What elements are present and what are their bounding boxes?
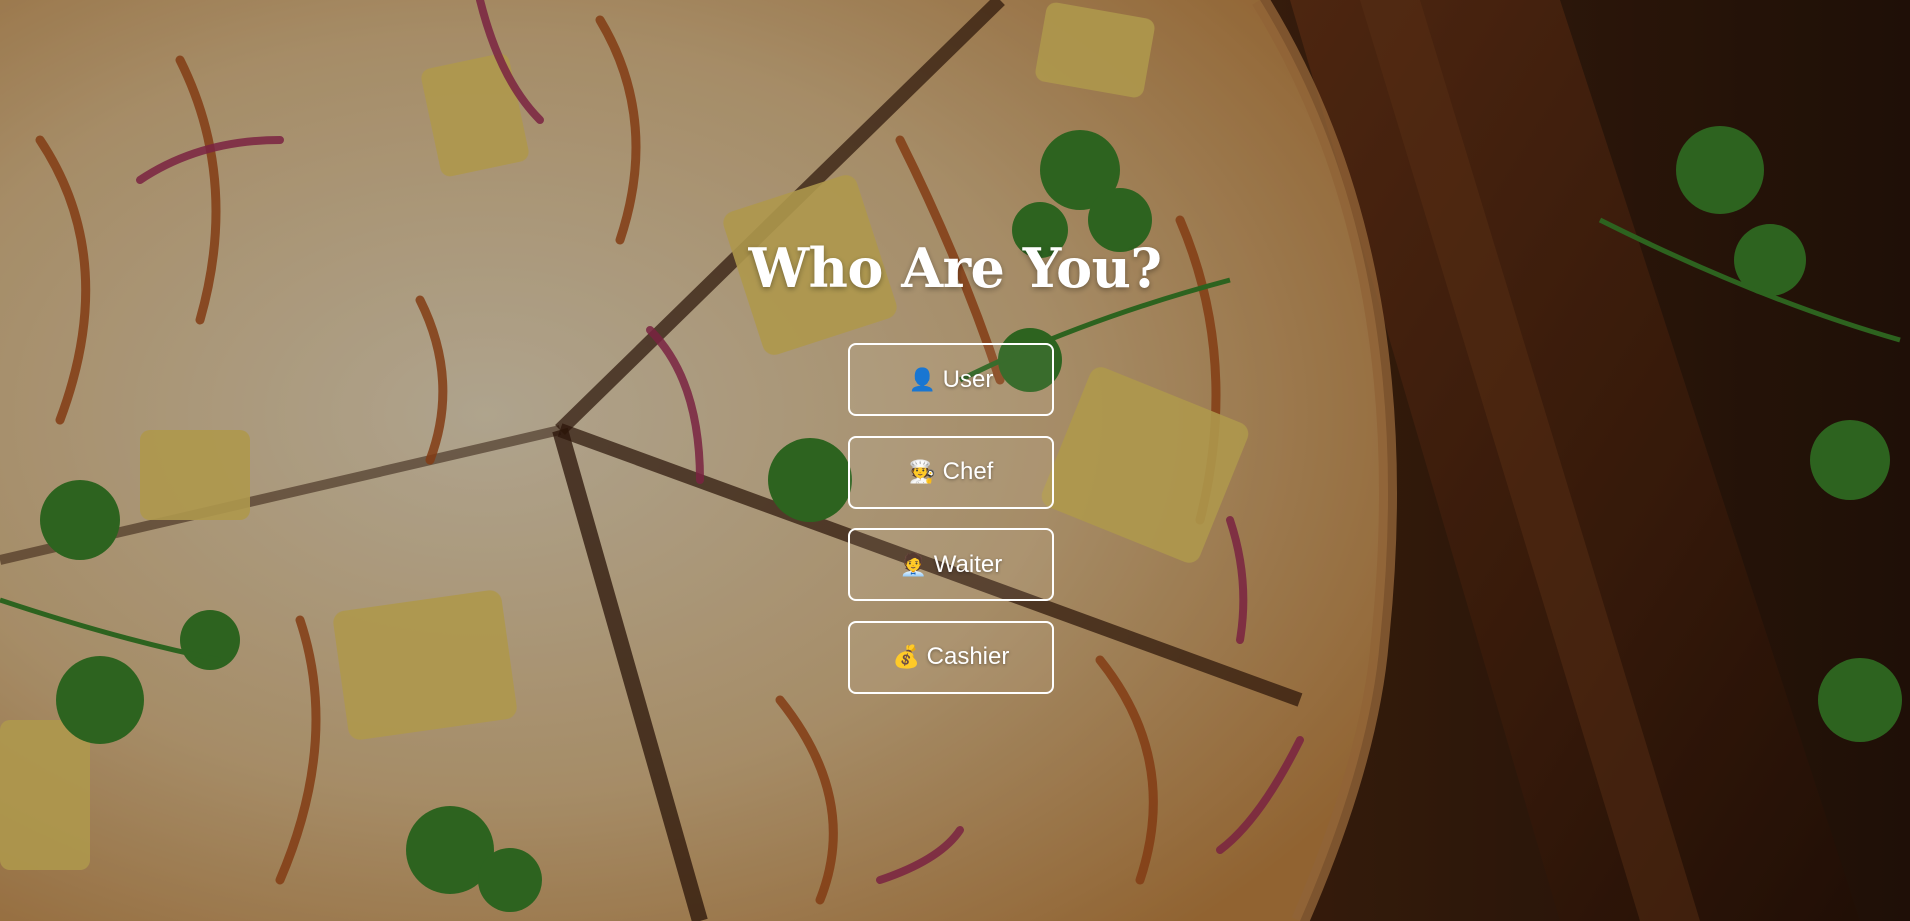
bust-in-silhouette-icon: 👤 [908,366,937,392]
office-worker-icon: 🧑‍💼 [899,551,928,577]
cashier-role-label: Cashier [926,643,1010,670]
cashier-role-button[interactable]: 💰 Cashier [848,620,1054,694]
page-title: Who Are You? [748,236,1162,300]
money-bag-icon: 💰 [892,644,921,669]
user-role-label: User [942,365,994,393]
user-role-button[interactable]: 👤 User [848,343,1054,416]
role-button-list: 👤 User 🧑‍🍳 Chef 🧑‍💼 Waiter 💰 Cashier [848,343,1054,713]
waiter-role-button[interactable]: 🧑‍💼 Waiter [848,528,1054,601]
chef-role-label: Chef [942,458,994,485]
waiter-role-label: Waiter [933,550,1003,578]
cook-icon: 🧑‍🍳 [908,459,937,484]
chef-role-button[interactable]: 🧑‍🍳 Chef [848,435,1054,509]
role-selection-panel: Who Are You? 👤 User 🧑‍🍳 Chef 🧑‍💼 Waiter … [0,0,1910,921]
